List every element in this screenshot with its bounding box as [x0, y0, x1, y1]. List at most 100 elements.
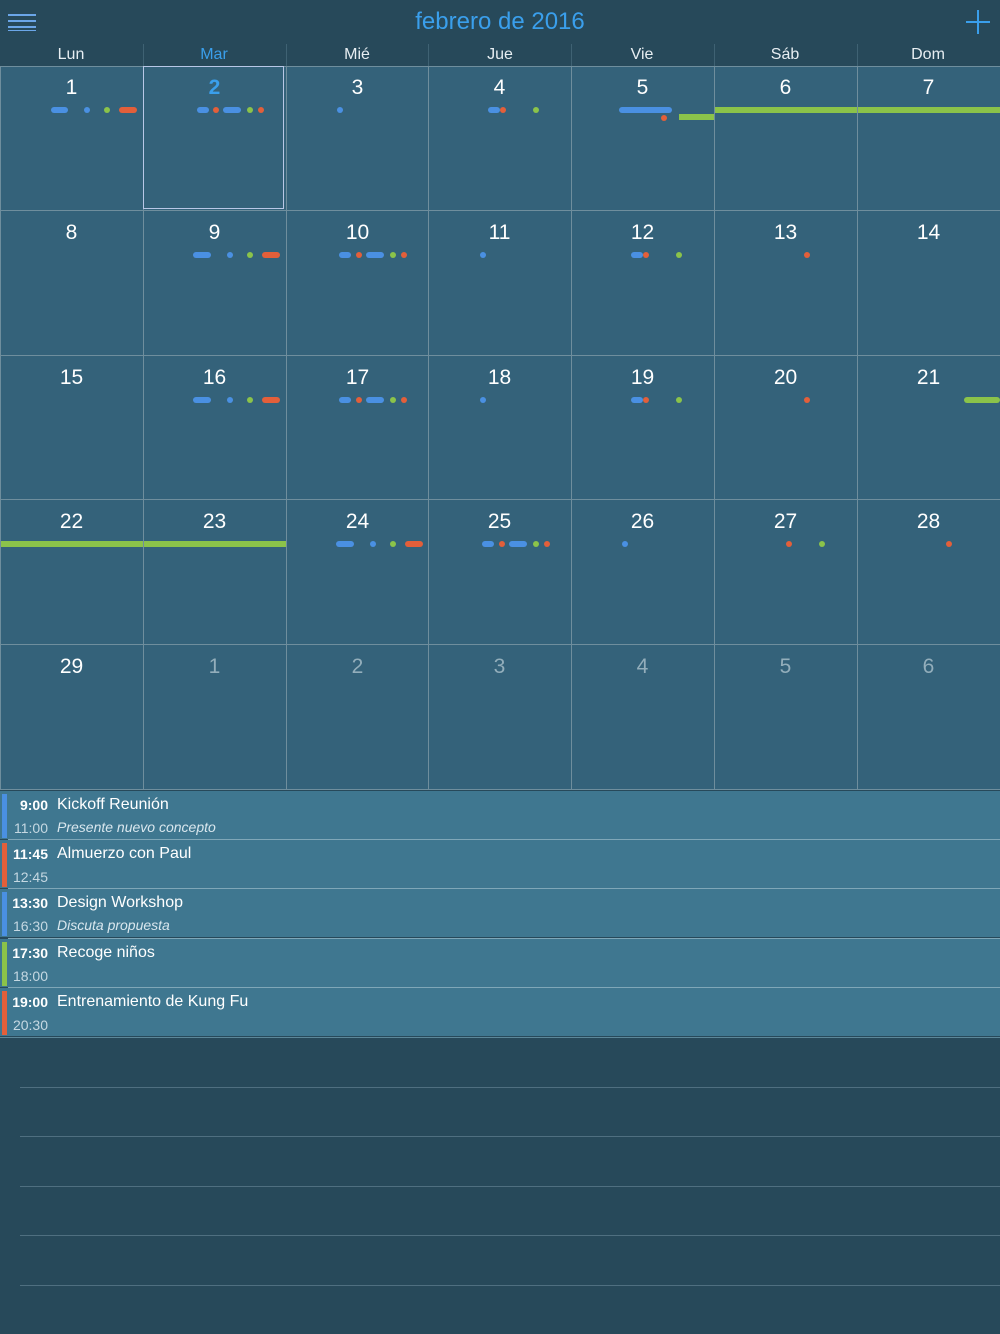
day-cell[interactable]: 11	[428, 211, 571, 356]
weekday-label: Mié	[344, 46, 370, 63]
day-cell[interactable]: 22	[0, 500, 143, 645]
day-cell-next-month[interactable]: 6	[857, 645, 1000, 790]
day-cell[interactable]: 20	[714, 356, 857, 501]
event-dot	[262, 252, 280, 258]
day-cell[interactable]: 1	[0, 66, 143, 211]
day-number: 15	[59, 366, 84, 389]
grid-line	[714, 66, 715, 789]
day-cell-next-month[interactable]: 4	[571, 645, 714, 790]
day-number: 6	[779, 76, 792, 99]
day-cell[interactable]: 18	[428, 356, 571, 501]
event-dot	[84, 107, 90, 113]
event-start-time: 11:45	[12, 846, 48, 862]
event-row[interactable]: 19:00 20:30 Entrenamiento de Kung Fu	[0, 988, 1000, 1036]
event-dot	[661, 115, 667, 121]
day-cell[interactable]: 19	[571, 356, 714, 501]
day-cell-next-month[interactable]: 1	[143, 645, 286, 790]
event-title: Recoge niños	[57, 944, 155, 961]
event-dot	[533, 107, 539, 113]
event-dot	[946, 541, 952, 547]
divider	[286, 44, 287, 66]
add-event-icon[interactable]	[966, 10, 990, 34]
day-cell[interactable]: 28	[857, 500, 1000, 645]
empty-row-line	[20, 1235, 1000, 1236]
day-cell[interactable]: 13	[714, 211, 857, 356]
day-number: 3	[493, 655, 506, 678]
event-dot	[247, 107, 253, 113]
event-dot	[390, 541, 396, 547]
day-cell[interactable]: 17	[286, 356, 429, 501]
day-cell-selected[interactable]: 2	[143, 66, 286, 211]
event-dot	[370, 541, 376, 547]
event-row[interactable]: 9:00 11:00 Kickoff Reunión Presente nuev…	[0, 791, 1000, 839]
day-cell[interactable]: 29	[0, 645, 143, 790]
grid-line	[0, 355, 1000, 356]
day-cell[interactable]: 27	[714, 500, 857, 645]
event-end-time: 11:00	[14, 820, 48, 836]
event-dot	[819, 541, 825, 547]
day-cell-next-month[interactable]: 5	[714, 645, 857, 790]
day-number: 27	[773, 510, 798, 533]
grid-line	[0, 644, 1000, 645]
event-dot	[480, 252, 486, 258]
day-cell[interactable]: 24	[286, 500, 429, 645]
day-cell[interactable]: 10	[286, 211, 429, 356]
day-number: 10	[345, 221, 370, 244]
event-dot	[339, 252, 351, 258]
grid-line	[286, 66, 287, 789]
event-note: Discuta propuesta	[57, 917, 170, 933]
event-dot	[643, 397, 649, 403]
event-dot	[227, 252, 233, 258]
event-dot	[223, 107, 241, 113]
event-dot	[193, 252, 211, 258]
grid-line	[0, 66, 1, 789]
grid-line	[0, 789, 1000, 790]
day-number: 5	[636, 76, 649, 99]
divider	[857, 44, 858, 66]
event-bar	[679, 114, 714, 120]
event-dot	[405, 541, 423, 547]
grid-line	[143, 66, 144, 789]
day-number: 12	[630, 221, 655, 244]
event-dot	[676, 252, 682, 258]
day-cell[interactable]: 3	[286, 66, 429, 211]
day-cell[interactable]: 26	[571, 500, 714, 645]
event-bar	[964, 397, 1000, 403]
day-cell[interactable]: 9	[143, 211, 286, 356]
day-cell[interactable]: 7	[857, 66, 1000, 211]
grid-line	[0, 499, 1000, 500]
event-dot	[804, 252, 810, 258]
event-dot	[509, 541, 527, 547]
weekday-label: Dom	[911, 46, 945, 63]
event-dot	[366, 397, 384, 403]
day-cell[interactable]: 14	[857, 211, 1000, 356]
day-cell[interactable]: 25	[428, 500, 571, 645]
day-cell[interactable]: 4	[428, 66, 571, 211]
day-cell[interactable]: 21	[857, 356, 1000, 501]
day-cell[interactable]: 6	[714, 66, 857, 211]
event-note: Presente nuevo concepto	[57, 819, 216, 835]
event-row[interactable]: 13:30 16:30 Design Workshop Discuta prop…	[0, 889, 1000, 937]
event-dot	[544, 541, 550, 547]
day-number: 9	[208, 221, 221, 244]
day-cell[interactable]: 8	[0, 211, 143, 356]
event-row[interactable]: 11:45 12:45 Almuerzo con Paul	[0, 840, 1000, 888]
month-title[interactable]: febrero de 2016	[0, 8, 1000, 36]
day-cell[interactable]: 5	[571, 66, 714, 211]
empty-row-line	[20, 1136, 1000, 1137]
empty-row-line	[20, 1285, 1000, 1286]
day-cell-next-month[interactable]: 2	[286, 645, 429, 790]
day-cell[interactable]: 16	[143, 356, 286, 501]
event-row[interactable]: 17:30 18:00 Recoge niños	[0, 939, 1000, 987]
event-color-stripe	[2, 942, 7, 986]
day-cell[interactable]: 12	[571, 211, 714, 356]
event-dot	[631, 397, 643, 403]
day-cell[interactable]: 15	[0, 356, 143, 501]
event-dot	[480, 397, 486, 403]
event-dot	[488, 107, 500, 113]
day-number: 4	[636, 655, 649, 678]
day-cell-next-month[interactable]: 3	[428, 645, 571, 790]
event-color-stripe	[2, 892, 7, 936]
event-end-time: 16:30	[12, 918, 48, 934]
day-cell[interactable]: 23	[143, 500, 286, 645]
